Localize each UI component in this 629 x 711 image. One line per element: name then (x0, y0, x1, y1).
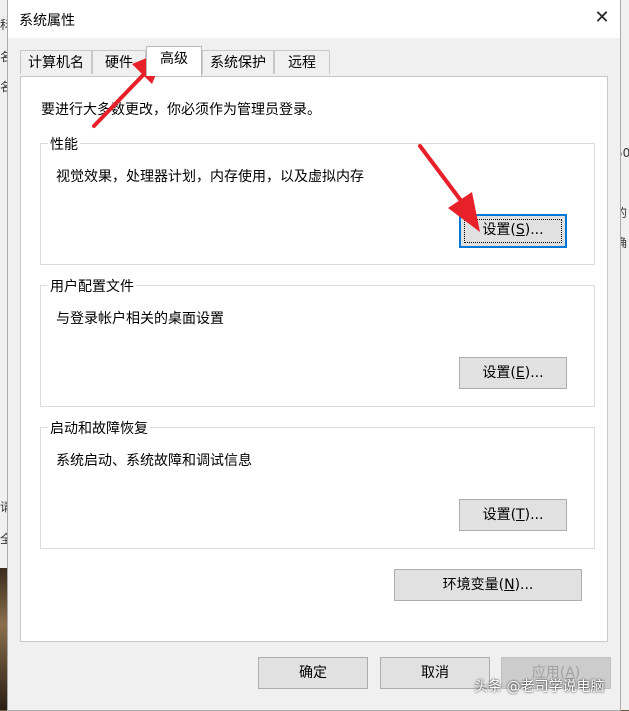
startup-recovery-settings-button[interactable]: 设置(T)... (459, 499, 567, 531)
button-label: 环境变量( (442, 577, 505, 593)
close-icon[interactable]: ✕ (590, 6, 614, 30)
tab-system-protection[interactable]: 系统保护 (202, 50, 274, 74)
performance-group: 性能 视觉效果，处理器计划，内存使用，以及虚拟内存 设置(S)... (40, 134, 595, 265)
ok-button[interactable]: 确定 (258, 657, 368, 689)
title-bar: 系统属性 ✕ (8, 0, 620, 38)
button-label: 设置( (482, 507, 517, 523)
environment-variables-button[interactable]: 环境变量(N)... (394, 569, 582, 601)
button-label: )... (524, 365, 544, 381)
group-label: 启动和故障恢复 (48, 418, 150, 438)
tab-remote[interactable]: 远程 (274, 50, 330, 74)
access-key: E (515, 365, 525, 381)
group-description: 视觉效果，处理器计划，内存使用，以及虚拟内存 (56, 169, 364, 185)
group-label: 性能 (48, 134, 80, 154)
access-key: N (504, 577, 515, 593)
tab-computer-name[interactable]: 计算机名 (20, 50, 92, 74)
window-title: 系统属性 (19, 13, 75, 29)
button-label: )... (514, 577, 534, 593)
watermark: 头条 @老司学说电脑 (474, 679, 605, 695)
focus-rectangle (464, 219, 562, 243)
tab-advanced[interactable]: 高级 (146, 46, 202, 76)
group-description: 系统启动、系统故障和调试信息 (56, 453, 252, 469)
advanced-panel: 要进行大多数更改，你必须作为管理员登录。 性能 视觉效果，处理器计划，内存使用，… (20, 76, 608, 642)
startup-recovery-group: 启动和故障恢复 系统启动、系统故障和调试信息 设置(T)... (40, 418, 595, 549)
group-label: 用户配置文件 (48, 276, 136, 296)
button-label: )... (524, 507, 544, 523)
system-properties-dialog: 系统属性 ✕ 计算机名 硬件 高级 系统保护 远程 要进行大多数更改，你必须作为… (7, 0, 621, 711)
user-profiles-settings-button[interactable]: 设置(E)... (459, 357, 567, 389)
button-label: 设置( (482, 365, 516, 381)
user-profiles-group: 用户配置文件 与登录帐户相关的桌面设置 设置(E)... (40, 276, 595, 407)
admin-notice: 要进行大多数更改，你必须作为管理员登录。 (41, 102, 321, 118)
tab-hardware[interactable]: 硬件 (92, 50, 146, 74)
performance-settings-button[interactable]: 设置(S)... (459, 214, 567, 248)
access-key: T (516, 507, 525, 523)
group-description: 与登录帐户相关的桌面设置 (56, 311, 224, 327)
